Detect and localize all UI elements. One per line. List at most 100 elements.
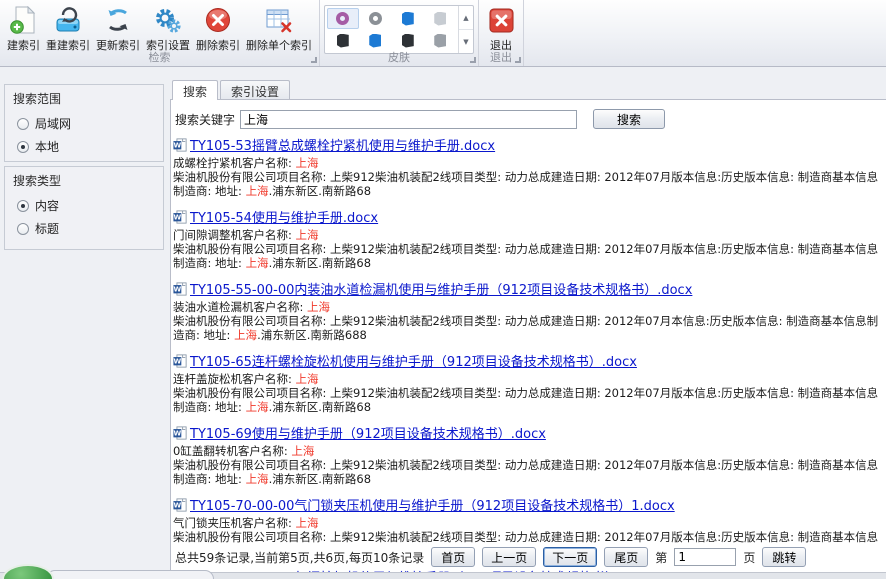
search-bar: 搜索关键字 搜索 <box>171 100 886 133</box>
tab-index-settings[interactable]: 索引设置 <box>220 80 290 99</box>
page-prefix-label: 第 <box>655 549 667 566</box>
skin-option-3[interactable] <box>392 8 424 29</box>
first-page-button[interactable]: 首页 <box>431 547 475 567</box>
dialog-launcher-icon[interactable] <box>311 57 317 63</box>
result-snippet: 门间隙调整机客户名称: 上海柴油机股份有限公司项目名称: 上柴912柴油机装配2… <box>173 228 886 270</box>
dialog-launcher-icon[interactable] <box>470 57 476 63</box>
keyword-highlight: 上海 <box>246 256 269 270</box>
result-item: W TY105-54使用与维护手册.docx 门间隙调整机客户名称: 上海柴油机股份… <box>173 207 886 270</box>
search-button[interactable]: 搜索 <box>593 109 665 129</box>
last-page-button[interactable]: 尾页 <box>604 547 648 567</box>
rebuild-index-button[interactable]: 重建索引 <box>43 3 93 55</box>
result-item: WTY105-69使用与维护手册（912项目设备技术规格书）.docx0缸盖翻转… <box>173 423 886 486</box>
theme-swatch-icon <box>369 34 381 48</box>
create-index-button[interactable]: 建索引 <box>4 3 43 55</box>
index-settings-button[interactable]: 索引设置 <box>143 3 193 55</box>
word-doc-icon: W <box>173 354 187 368</box>
rebuild-index-icon <box>53 5 83 35</box>
search-tab-content: 搜索关键字 搜索 WTY105-53摇臂总成螺栓拧紧机使用与维护手册.docx成… <box>170 99 886 572</box>
result-snippet: 连杆盖旋松机客户名称: 上海柴油机股份有限公司项目名称: 上柴912柴油机装配2… <box>173 372 886 414</box>
result-title-link[interactable]: TY105-53摇臂总成螺栓拧紧机使用与维护手册.docx <box>190 135 495 154</box>
keyword-highlight: 上海 <box>296 372 319 386</box>
radio-option-local[interactable]: 本地 <box>5 132 163 155</box>
word-doc-icon: W <box>173 210 187 224</box>
skin-option-6[interactable] <box>360 30 392 51</box>
result-item: WTY105-53摇臂总成螺栓拧紧机使用与维护手册.docx成螺栓拧紧机客户名称… <box>173 135 886 198</box>
result-snippet: 0缸盖翻转机客户名称: 上海柴油机股份有限公司项目名称: 上柴912柴油机装配2… <box>173 444 886 486</box>
groupbox-title: 搜索类型 <box>5 167 163 191</box>
ribbon-group-label: 皮肤 <box>320 49 478 65</box>
prev-page-button[interactable]: 上一页 <box>482 547 536 567</box>
svg-text:W: W <box>174 141 182 149</box>
skin-option-5[interactable] <box>327 30 359 51</box>
ribbon-group-skin: ▲ ▼ 皮肤 <box>320 0 479 66</box>
keyword-highlight: 上海 <box>296 516 319 530</box>
skin-option-7[interactable] <box>392 30 424 51</box>
scroll-up-icon[interactable]: ▲ <box>459 6 473 29</box>
theme-swatch-icon <box>337 34 349 48</box>
radio-label: 局域网 <box>35 115 71 132</box>
status-bubble[interactable] <box>2 564 54 579</box>
jump-button[interactable]: 跳转 <box>762 547 806 567</box>
radio-option-lan[interactable]: 局域网 <box>5 109 163 132</box>
skin-option-4[interactable] <box>425 8 457 29</box>
result-snippet: 装油水道检漏机客户名称: 上海柴油机股份有限公司项目名称: 上柴912柴油机装配… <box>173 300 886 342</box>
svg-text:W: W <box>174 285 182 293</box>
exit-icon <box>486 5 516 35</box>
skin-option-2[interactable] <box>360 8 392 29</box>
tab-search[interactable]: 搜索 <box>172 80 218 100</box>
radio-label: 本地 <box>35 138 59 155</box>
search-keyword-label: 搜索关键字 <box>175 111 235 128</box>
result-title-link[interactable]: TY105-70-00-00气门锁夹压机使用与维护手册（912项目设备技术规格书… <box>190 495 675 514</box>
exit-button[interactable]: 退出 <box>483 3 519 55</box>
theme-swatch-icon <box>434 34 446 48</box>
radio-icon <box>17 118 29 130</box>
search-type-groupbox: 搜索类型 内容 标题 <box>4 166 164 250</box>
page-number-input[interactable] <box>674 548 736 566</box>
word-doc-icon: W <box>173 138 187 152</box>
keyword-highlight: 上海 <box>296 156 319 170</box>
delete-single-index-icon <box>264 5 294 35</box>
index-settings-icon <box>153 5 183 35</box>
record-stats: 总共59条记录,当前第5页,共6页,每页10条记录 <box>175 549 424 566</box>
theme-swatch-icon <box>336 12 349 25</box>
result-title-link[interactable]: TY105-69使用与维护手册（912项目设备技术规格书）.docx <box>190 423 546 442</box>
gallery-scrollbar: ▲ ▼ <box>458 6 473 53</box>
update-index-icon <box>103 5 133 35</box>
result-title-link[interactable]: TY105-65连杆螺栓旋松机使用与维护手册（912项目设备技术规格书）.doc… <box>190 351 637 370</box>
svg-text:W: W <box>174 213 182 221</box>
word-doc-icon: W <box>173 498 187 512</box>
ribbon-group-exit: 退出 退出 <box>479 0 524 66</box>
delete-single-index-button[interactable]: 删除单个索引 <box>243 3 315 55</box>
skin-option-8[interactable] <box>425 30 457 51</box>
word-doc-icon: W <box>173 282 187 296</box>
radio-option-content[interactable]: 内容 <box>5 191 163 214</box>
theme-swatch-icon <box>369 12 382 25</box>
keyword-highlight: 上海 <box>234 328 257 342</box>
result-title-link[interactable]: TY105-54使用与维护手册.docx <box>190 207 378 226</box>
taskbar-popup-fragment <box>46 570 214 579</box>
radio-icon <box>17 141 29 153</box>
search-keyword-input[interactable] <box>240 110 577 129</box>
radio-label: 内容 <box>35 197 59 214</box>
search-scope-groupbox: 搜索范围 局域网 本地 <box>4 84 164 162</box>
result-item: W TY105-65连杆螺栓旋松机使用与维护手册（912项目设备技术规格书）.do… <box>173 351 886 414</box>
radio-option-title[interactable]: 标题 <box>5 214 163 237</box>
delete-index-button[interactable]: 删除索引 <box>193 3 243 55</box>
next-page-button[interactable]: 下一页 <box>543 547 597 567</box>
update-index-button[interactable]: 更新索引 <box>93 3 143 55</box>
ribbon: 建索引 重建索引 更新索引 <box>0 0 886 67</box>
add-index-icon <box>9 5 39 35</box>
delete-index-icon <box>203 5 233 35</box>
keyword-highlight: 上海 <box>296 228 319 242</box>
svg-text:W: W <box>174 357 182 365</box>
keyword-highlight: 上海 <box>291 444 314 458</box>
theme-swatch-icon <box>402 12 414 26</box>
theme-swatch-icon <box>434 12 446 26</box>
groupbox-title: 搜索范围 <box>5 85 163 109</box>
keyword-highlight: 上海 <box>246 184 269 198</box>
svg-text:W: W <box>174 501 182 509</box>
dialog-launcher-icon[interactable] <box>515 57 521 63</box>
skin-option-1[interactable] <box>327 8 359 29</box>
result-title-link[interactable]: TY105-55-00-00内装油水道检漏机使用与维护手册（912项目设备技术规… <box>190 279 692 298</box>
